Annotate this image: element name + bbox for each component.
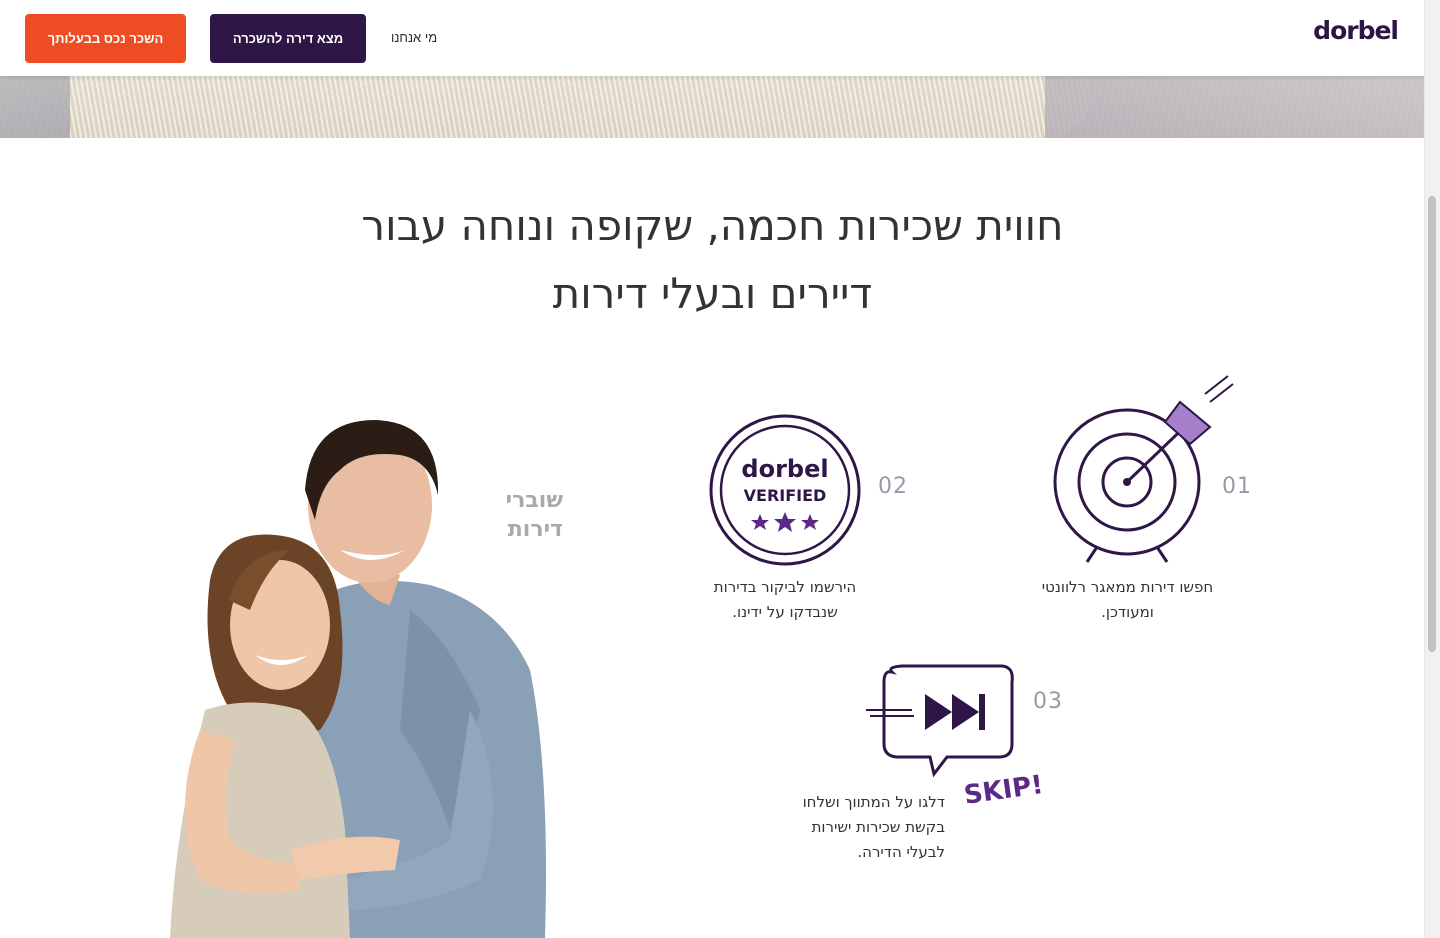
find-apartment-button[interactable]: מצא דירה להשכרה	[210, 14, 366, 63]
feature-02-line-2: שנבדקו על ידינו.	[732, 603, 838, 621]
headline-line-2: דיירים ובעלי דירות	[552, 269, 873, 318]
target-icon	[1053, 375, 1234, 563]
hero-floor-right	[1045, 76, 1425, 138]
badge-verified-text: VERIFIED	[744, 486, 827, 505]
couple-photo	[170, 420, 546, 938]
skip-text: SKIP!	[962, 770, 1045, 811]
feature-01-text: חפשו דירות ממאגר רלוונטי ומעודכן.	[1005, 575, 1250, 625]
page-headline: חווית שכירות חכמה, שקופה ונוחה עבור דייר…	[250, 192, 1175, 328]
scrollbar-thumb[interactable]	[1428, 196, 1436, 652]
rent-property-button[interactable]: השכר נכס בבעלותך	[25, 14, 186, 63]
feature-01-line-2: ומעודכן.	[1101, 603, 1154, 621]
dorbel-logo[interactable]: dorbel	[1313, 16, 1399, 45]
nav-about-link[interactable]: מי אנחנו	[391, 30, 437, 45]
feature-02-text: הירשמו לביקור בדירות שנבדקו על ידינו.	[670, 575, 900, 625]
headline-line-1: חווית שכירות חכמה, שקופה ונוחה עבור	[361, 201, 1064, 250]
page: dorbel מי אנחנו מצא דירה להשכרה השכר נכס…	[0, 0, 1440, 938]
badge-brand: dorbel	[741, 455, 828, 483]
feature-01-line-1: חפשו דירות ממאגר רלוונטי	[1041, 578, 1214, 596]
feature-02-line-1: הירשמו לביקור בדירות	[713, 578, 857, 596]
top-header: dorbel מי אנחנו מצא דירה להשכרה השכר נכס…	[0, 0, 1425, 76]
hero-rug	[70, 76, 1090, 138]
dorbel-verified-badge-icon: dorbel VERIFIED	[709, 414, 861, 566]
vertical-scrollbar[interactable]	[1424, 0, 1440, 938]
feature-03-line-2: בקשת שכירות ישירות	[811, 818, 945, 836]
feature-03-line-1: דלגו על המתווך ושלחו	[802, 793, 945, 811]
step-number-02: 02	[878, 474, 908, 499]
feature-03-line-3: לבעלי הדירה.	[857, 843, 945, 861]
step-number-03: 03	[1033, 689, 1063, 714]
step-number-01: 01	[1222, 474, 1252, 499]
feature-03-text: דלגו על המתווך ושלחו בקשת שכירות ישירות …	[755, 790, 945, 865]
